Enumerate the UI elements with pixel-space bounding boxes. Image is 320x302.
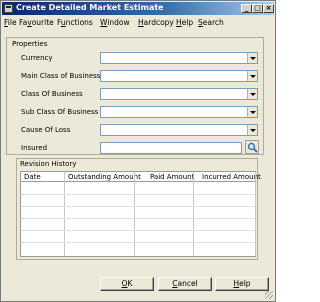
cause-of-loss-label: Cause Of Loss xyxy=(21,126,71,134)
column-header-paid[interactable]: Paid Amount xyxy=(150,173,194,181)
window-title: Create Detailed Market Estimate xyxy=(16,3,164,12)
close-button[interactable]: × xyxy=(263,4,274,13)
help-button[interactable]: Help xyxy=(215,277,269,291)
grid-row-line xyxy=(21,218,255,219)
minimize-button[interactable]: _ xyxy=(241,4,252,13)
main-class-dropdown[interactable] xyxy=(100,70,258,82)
insured-input[interactable] xyxy=(100,142,242,154)
grid-row-line xyxy=(21,242,255,243)
grid-column-divider xyxy=(255,172,256,256)
chevron-down-icon[interactable] xyxy=(247,125,257,135)
grid-column-divider xyxy=(64,172,65,256)
menu-search[interactable]: Search xyxy=(198,18,224,27)
currency-dropdown[interactable] xyxy=(100,52,258,64)
chevron-down-icon[interactable] xyxy=(247,89,257,99)
insured-label: Insured xyxy=(21,144,48,152)
properties-legend: Properties xyxy=(11,40,49,48)
menu-hardcopy[interactable]: Hardcopy xyxy=(138,18,174,27)
grid-column-divider xyxy=(134,172,135,256)
revision-history-grid[interactable]: Date Outstanding Amount Paid Amount Incu… xyxy=(20,171,261,257)
grid-row-line xyxy=(21,230,255,231)
class-dropdown[interactable] xyxy=(100,88,258,100)
menu-functions[interactable]: Functions xyxy=(57,18,93,27)
class-label: Class Of Business xyxy=(21,90,83,98)
grid-header: Date Outstanding Amount Paid Amount Incu… xyxy=(21,172,261,182)
currency-label: Currency xyxy=(21,54,53,62)
menu-bar: File Favourite Functions Window Hardcopy… xyxy=(2,16,274,28)
cancel-button[interactable]: Cancel xyxy=(158,277,212,291)
menu-file[interactable]: File xyxy=(4,18,17,27)
insured-search-button[interactable] xyxy=(245,140,259,154)
column-header-incurred[interactable]: Incurred Amount xyxy=(202,173,261,181)
sub-class-dropdown[interactable] xyxy=(100,106,258,118)
grid-column-divider xyxy=(193,172,194,256)
column-header-date[interactable]: Date xyxy=(24,173,41,181)
app-icon[interactable] xyxy=(4,4,13,13)
chevron-down-icon[interactable] xyxy=(247,71,257,81)
revision-history-caption: Revision History xyxy=(20,160,77,168)
menu-window[interactable]: Window xyxy=(100,18,130,27)
resize-grip[interactable] xyxy=(265,291,273,299)
title-bar[interactable]: Create Detailed Market Estimate _ □ × xyxy=(2,2,274,15)
market-estimate-window: Create Detailed Market Estimate _ □ × Fi… xyxy=(0,0,276,302)
grid-row-line xyxy=(21,206,255,207)
grid-row-line xyxy=(21,194,255,195)
chevron-down-icon[interactable] xyxy=(247,53,257,63)
sub-class-label: Sub Class Of Business xyxy=(21,108,99,116)
menu-help[interactable]: Help xyxy=(176,18,193,27)
maximize-button[interactable]: □ xyxy=(252,4,263,13)
chevron-down-icon[interactable] xyxy=(247,107,257,117)
ok-button[interactable]: OK xyxy=(100,277,154,291)
main-class-label: Main Class of Business xyxy=(21,72,101,80)
search-icon xyxy=(247,142,258,153)
menu-favourite[interactable]: Favourite xyxy=(19,18,54,27)
cause-of-loss-dropdown[interactable] xyxy=(100,124,258,136)
column-header-outstanding[interactable]: Outstanding Amount xyxy=(68,173,141,181)
